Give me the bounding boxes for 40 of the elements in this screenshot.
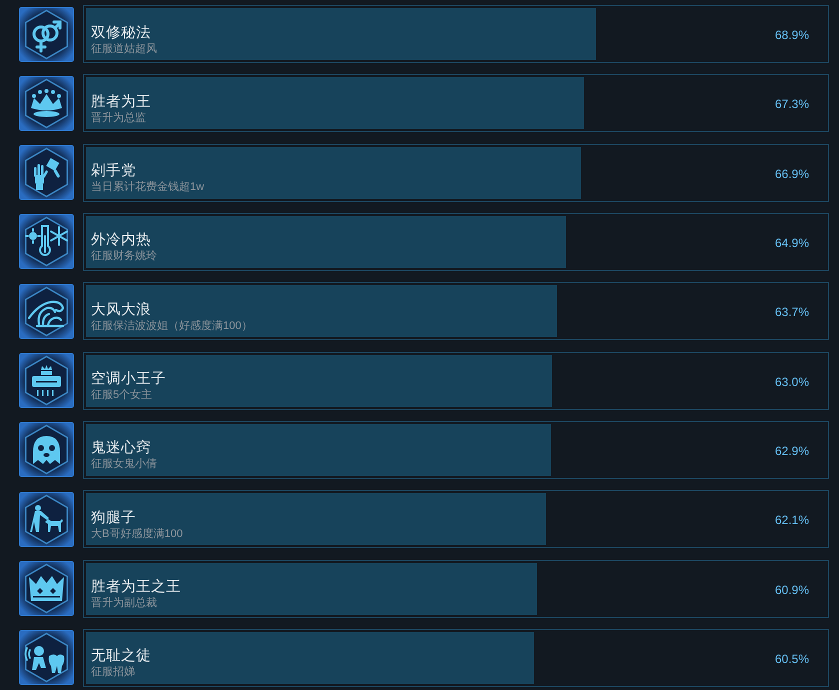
achievement-title: 胜者为王 bbox=[91, 94, 151, 111]
unlock-percentage: 60.9% bbox=[774, 582, 809, 597]
achievement-title: 狗腿子 bbox=[91, 510, 137, 527]
unlock-percentage: 64.9% bbox=[774, 234, 809, 250]
achievement-title: 无耻之徒 bbox=[91, 648, 151, 666]
air-conditioner-icon bbox=[19, 353, 74, 408]
gender-symbols-icon bbox=[19, 6, 74, 62]
achievement-title: 双修秘法 bbox=[91, 24, 152, 42]
ghost-icon bbox=[19, 422, 74, 478]
person-tooth-icon bbox=[19, 630, 74, 686]
crown-icon bbox=[19, 561, 74, 616]
achievement-title: 空调小王子 bbox=[91, 371, 166, 388]
unlock-percentage: 60.5% bbox=[774, 650, 809, 666]
achievement-description: 晋升为副总裁 bbox=[91, 596, 158, 610]
achievement-title: 大风大浪 bbox=[91, 302, 152, 319]
achievement-description: 征服财务姚玲 bbox=[91, 249, 157, 264]
unlock-percentage: 62.1% bbox=[774, 512, 809, 528]
achievement-description: 征服招娣 bbox=[91, 665, 136, 680]
achievement-title: 胜者为王之王 bbox=[91, 579, 181, 596]
achievement-title: 剁手党 bbox=[91, 163, 137, 180]
achievement-title: 外冷内热 bbox=[91, 232, 152, 250]
wave-icon bbox=[19, 284, 74, 339]
achievement-description: 晋升为总监 bbox=[91, 110, 147, 125]
unlock-percentage: 62.9% bbox=[774, 442, 809, 458]
achievement-description: 征服道姑超风 bbox=[91, 42, 157, 56]
achievement-description: 征服保洁波波姐（好感度满100） bbox=[91, 318, 252, 333]
unlock-percentage: 66.9% bbox=[774, 166, 809, 181]
person-dog-icon bbox=[19, 492, 74, 547]
unlock-percentage: 68.9% bbox=[774, 27, 809, 42]
achievement-description: 征服女鬼小倩 bbox=[91, 457, 157, 472]
unlock-percentage: 63.7% bbox=[774, 304, 809, 320]
unlock-percentage: 67.3% bbox=[774, 96, 809, 112]
achievement-description: 征服5个女主 bbox=[91, 388, 154, 402]
achievement-title: 鬼迷心窍 bbox=[91, 440, 152, 458]
thermometer-snowflake-icon bbox=[19, 214, 74, 270]
achievement-description: 当日累计花费金钱超1w bbox=[91, 180, 204, 194]
unlock-percentage: 63.0% bbox=[774, 374, 809, 389]
achievement-description: 大B哥好感度满100 bbox=[91, 526, 183, 541]
crown-icon bbox=[19, 76, 74, 131]
hand-cleaver-icon bbox=[19, 145, 74, 200]
